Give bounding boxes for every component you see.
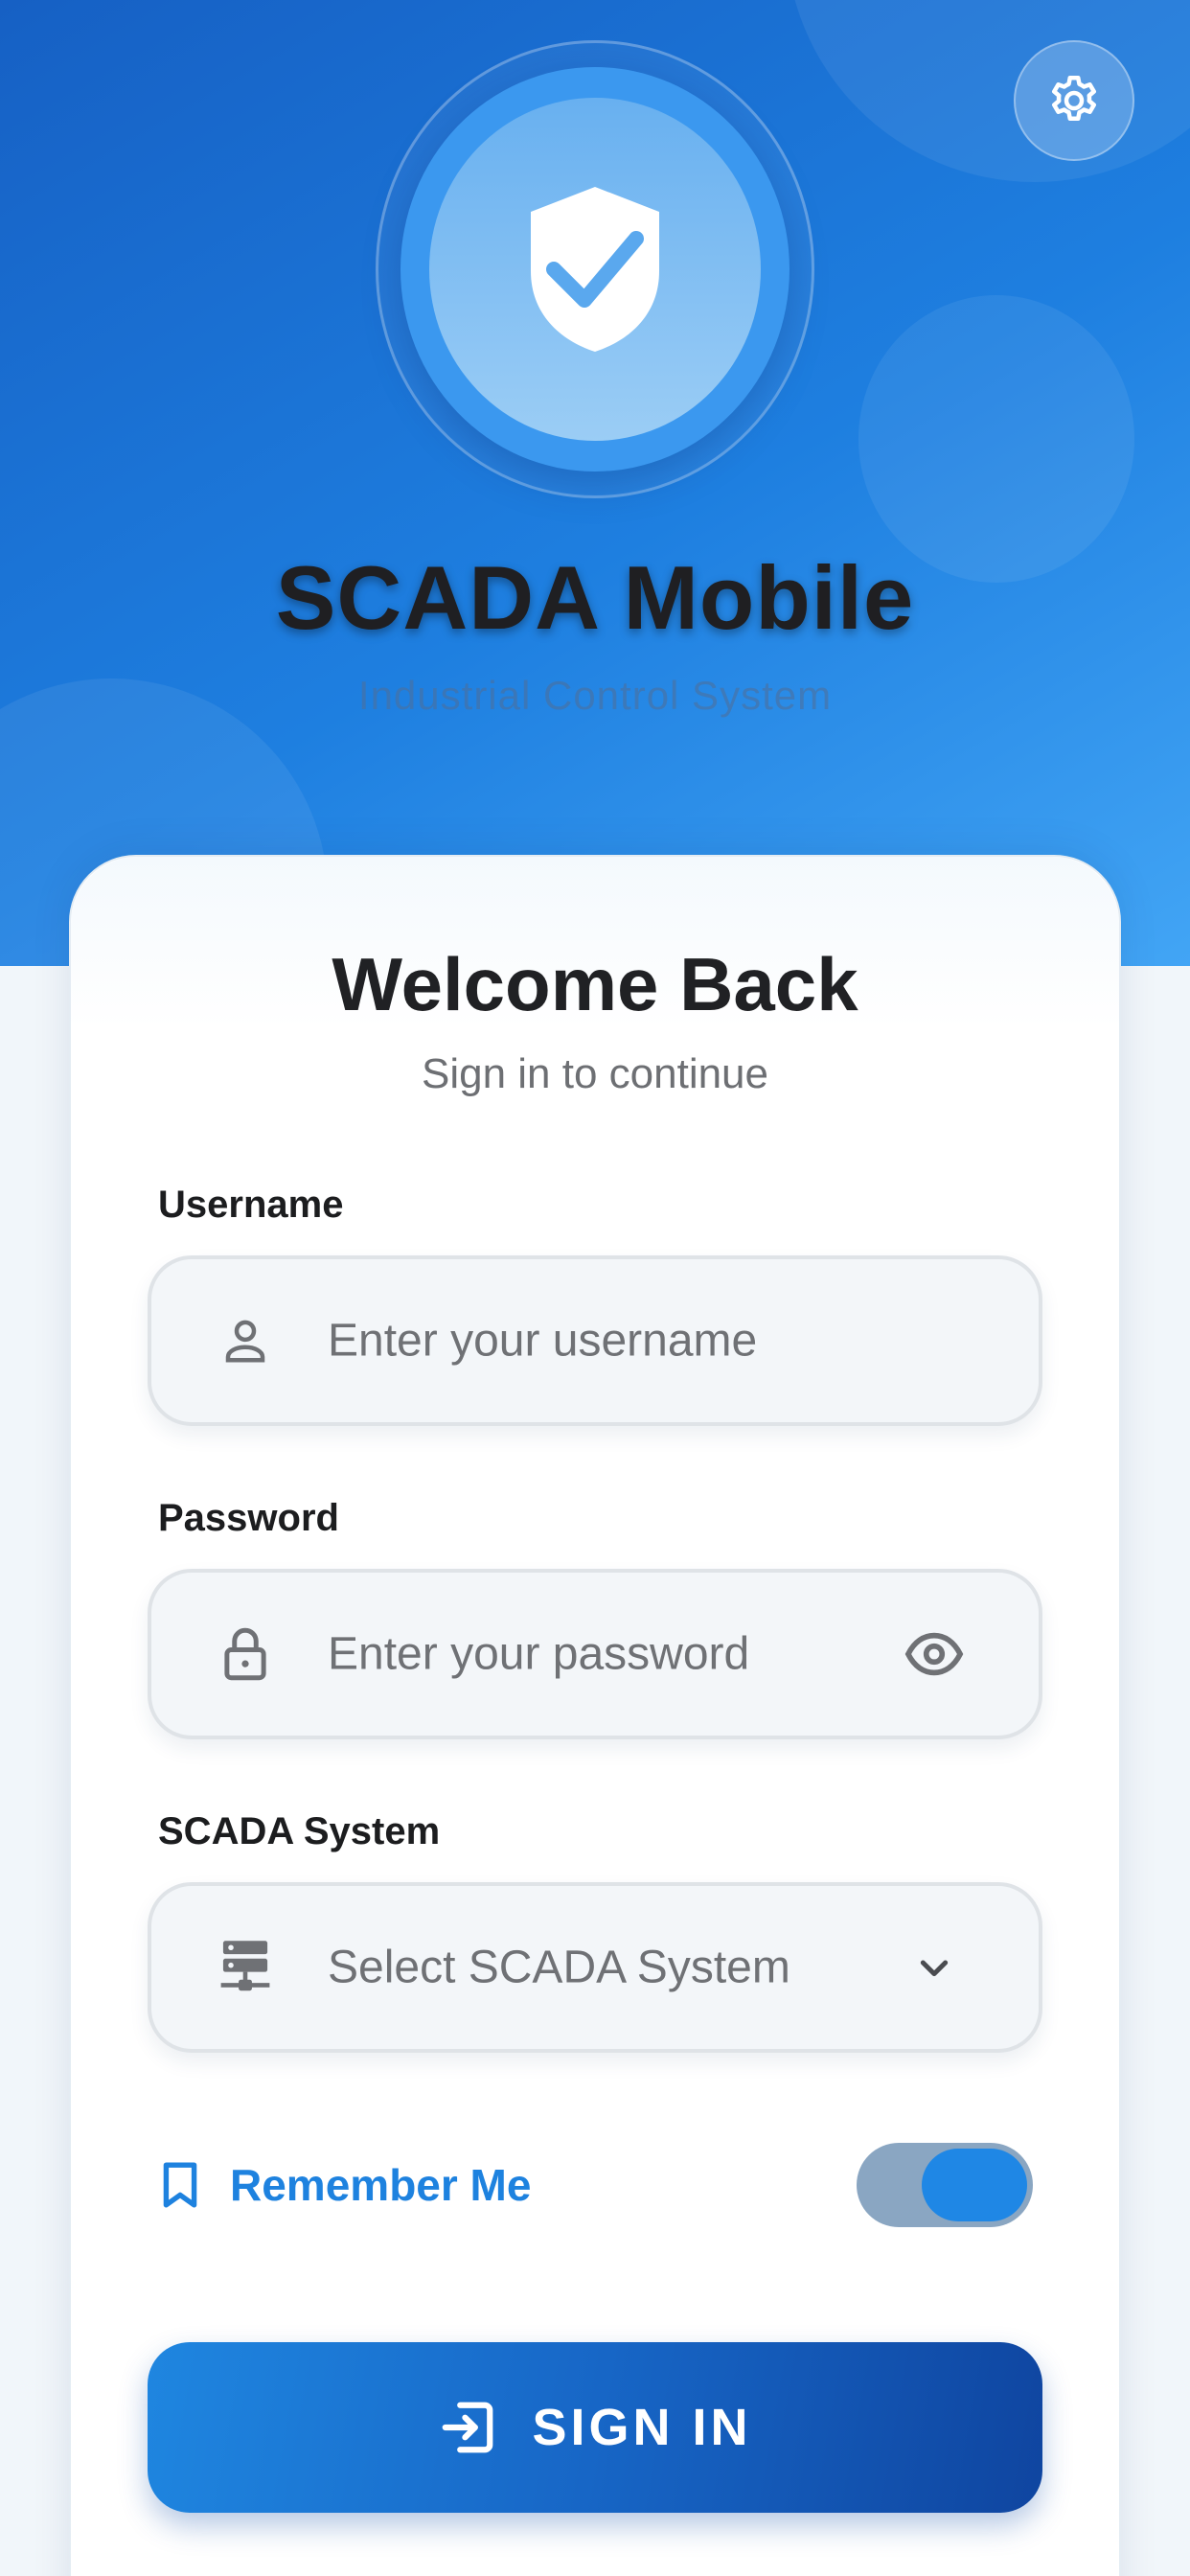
username-placeholder: Enter your username: [328, 1315, 758, 1367]
app-subtitle: Industrial Control System: [357, 673, 833, 718]
sign-in-button[interactable]: SIGN IN: [148, 2342, 1042, 2513]
settings-button[interactable]: [1014, 40, 1134, 161]
password-label: Password: [158, 1497, 339, 1539]
sign-in-label: SIGN IN: [532, 2399, 752, 2456]
remember-me-label: Remember Me: [230, 2160, 532, 2210]
decorative-circle: [858, 295, 1134, 583]
username-label: Username: [158, 1184, 344, 1226]
person-icon: [217, 1312, 274, 1369]
welcome-heading: Welcome Back: [332, 942, 858, 1026]
show-password-button[interactable]: [903, 1622, 966, 1686]
chevron-down-icon: [920, 1960, 949, 1977]
toggle-knob: [922, 2149, 1027, 2221]
gear-icon: [1052, 76, 1096, 121]
eye-icon: [904, 1632, 964, 1676]
server-icon: [217, 1939, 274, 1996]
scada-system-select[interactable]: Select SCADA System: [148, 1882, 1042, 2053]
app-title: SCADA Mobile: [275, 547, 915, 648]
scada-system-placeholder: Select SCADA System: [328, 1942, 790, 1993]
remember-me-toggle[interactable]: [857, 2143, 1033, 2227]
lock-icon: [217, 1625, 274, 1683]
dropdown-toggle[interactable]: [903, 1936, 966, 1999]
scada-system-label: SCADA System: [158, 1810, 441, 1852]
bookmark-icon: [163, 2162, 197, 2208]
shield-check-icon: [531, 187, 659, 352]
password-field[interactable]: Enter your password: [148, 1569, 1042, 1739]
welcome-subheading: Sign in to continue: [421, 1050, 769, 1097]
username-field[interactable]: Enter your username: [148, 1255, 1042, 1426]
remember-me[interactable]: Remember Me: [159, 2147, 531, 2223]
password-placeholder: Enter your password: [328, 1628, 750, 1680]
logo-badge-inner: [429, 98, 761, 441]
login-icon: [443, 2402, 493, 2453]
